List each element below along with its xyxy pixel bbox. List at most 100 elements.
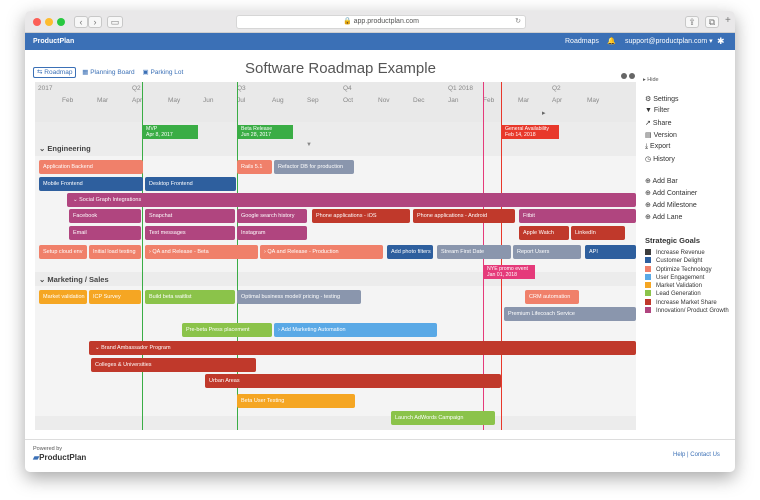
lane-header-marketing[interactable]: ⌄ Marketing / Sales (39, 275, 109, 284)
bar-instagram[interactable]: Instagram (237, 226, 307, 240)
legend-item[interactable]: Lead Generation (645, 290, 731, 298)
bar-add-marketing-automation[interactable]: › Add Marketing Automation (274, 323, 437, 337)
bar-urban-areas[interactable]: Urban Areas (205, 374, 501, 388)
share-action[interactable]: ↗ Share (645, 119, 672, 127)
lane-header-engineering[interactable]: ⌄ Engineering (39, 144, 91, 153)
bar-initial-load[interactable]: Initial load testing (89, 245, 141, 259)
bar-optimal-business-model[interactable]: Optimal business model/ pricing - testin… (237, 290, 361, 304)
tab-parking-lot[interactable]: ▣ Parking Lot (142, 69, 183, 76)
bar-report-users[interactable]: Report Users (513, 245, 581, 259)
legend-label: Innovation/ Product Growth (656, 308, 729, 315)
filter-action[interactable]: ▼ Filter (645, 107, 669, 114)
close-window-button[interactable] (33, 18, 41, 26)
container-brand-ambassador[interactable]: ⌄ Brand Ambassador Program (89, 341, 636, 355)
bar-qa-production[interactable]: › QA and Release - Production (260, 245, 383, 259)
bar-linkedin[interactable]: LinkedIn (571, 226, 625, 240)
month-label: Oct (343, 97, 354, 104)
legend-item[interactable]: User Engagement (645, 273, 731, 282)
user-email: support@productplan.com (625, 38, 708, 45)
zoom-out-icon[interactable] (621, 73, 627, 79)
bar-mobile-frontend[interactable]: Mobile Frontend (39, 177, 143, 191)
minimize-window-button[interactable] (45, 18, 53, 26)
bar-phone-android[interactable]: Phone applications - Android (413, 209, 515, 223)
bar-market-validation[interactable]: Market validation (39, 290, 87, 304)
bar-desktop-frontend[interactable]: Desktop Frontend (145, 177, 236, 191)
bar-rails[interactable]: Rails 5.1 (237, 160, 272, 174)
settings-gear-icon[interactable]: ✱ (717, 33, 725, 50)
gear-icon: ⚙ (645, 96, 654, 103)
bar-setup-cloud[interactable]: Setup cloud env (39, 245, 87, 259)
bar-refactor-db[interactable]: Refactor DB for production (274, 160, 354, 174)
reload-icon[interactable]: ↻ (515, 16, 521, 28)
powered-by-label: Powered by (33, 446, 63, 452)
bar-colleges-universities[interactable]: Colleges & Universities (91, 358, 256, 372)
view-switcher: ⇆ Roadmap ▦ Planning Board ▣ Parking Lot (33, 67, 183, 78)
hide-toggle[interactable]: ▸ Hide (643, 77, 659, 83)
footer-logo[interactable]: ▰ProductPlan (33, 453, 86, 462)
settings-action[interactable]: ⚙ Settings (645, 95, 679, 103)
add-milestone-action[interactable]: ⊕ Add Milestone (645, 201, 697, 209)
month-label: Jun (203, 97, 214, 104)
add-container-action[interactable]: ⊕ Add Container (645, 189, 697, 197)
bar-apple-watch[interactable]: Apple Watch (519, 226, 569, 240)
milestone-general-availability[interactable]: General Availability Feb 14, 2018 (501, 125, 559, 139)
milestone-mvp[interactable]: MVP Apr 8, 2017 (142, 125, 198, 139)
bar-launch-adwords[interactable]: Launch AdWords Campaign (391, 411, 495, 425)
bar-premium-lifecoach[interactable]: Premium Lifecoach Service (504, 307, 636, 321)
add-bar-action[interactable]: ⊕ Add Bar (645, 177, 678, 185)
forward-button[interactable]: › (88, 16, 102, 28)
lock-icon: 🔒 (342, 18, 354, 25)
bar-build-beta-waitlist[interactable]: Build beta waitlist (145, 290, 235, 304)
address-bar[interactable]: 🔒 app.productplan.com ↻ (236, 15, 526, 29)
action-label: Add Lane (652, 214, 683, 221)
zoom-in-icon[interactable] (629, 73, 635, 79)
legend-item[interactable]: Increase Market Share (645, 298, 731, 307)
bar-text-messages[interactable]: Text messages (145, 226, 235, 240)
bar-google-search[interactable]: Google search history (237, 209, 307, 223)
bar-api[interactable]: API (585, 245, 636, 259)
bar-pre-beta-press[interactable]: Pre-beta Press placement (182, 323, 272, 337)
bar-email[interactable]: Email (69, 226, 141, 240)
milestone-beta-release[interactable]: Beta Release Jun 28, 2017 (237, 125, 293, 139)
sidebar-toggle-icon[interactable]: ▭ (107, 16, 123, 28)
legend-label: Lead Generation (656, 291, 701, 298)
action-label: Share (652, 120, 672, 127)
month-label: Jul (237, 97, 246, 104)
legend-item[interactable]: Increase Revenue (645, 249, 731, 257)
roadmaps-menu[interactable]: Roadmaps (565, 33, 599, 50)
bar-qa-beta[interactable]: › QA and Release - Beta (145, 245, 258, 259)
bar-snapchat[interactable]: Snapchat (145, 209, 235, 223)
help-contact-links[interactable]: Help | Contact Us (673, 452, 720, 458)
milestone-nye-promo[interactable]: NYE promo event Jan 01, 2018 (483, 265, 535, 279)
tab-planning-board[interactable]: ▦ Planning Board (82, 69, 134, 76)
version-action[interactable]: ▤ Version (645, 131, 677, 139)
legend-item[interactable]: Customer Delight (645, 257, 731, 265)
bar-icp-survey[interactable]: ICP Survey (89, 290, 141, 304)
back-button[interactable]: ‹ (74, 16, 88, 28)
tabs-icon[interactable]: ⧉ (705, 16, 719, 28)
quarter-label: Q3 (237, 85, 246, 92)
bar-add-photo-filters[interactable]: Add photo filters (387, 245, 433, 259)
tab-roadmap[interactable]: ⇆ Roadmap (33, 67, 77, 78)
zoom-window-button[interactable] (57, 18, 65, 26)
bar-crm-automation[interactable]: CRM automation (525, 290, 579, 304)
legend-item[interactable]: Optimize Technology (645, 265, 731, 274)
legend-item[interactable]: Market Validation (645, 282, 731, 290)
legend-item[interactable]: Innovation/ Product Growth (645, 307, 731, 315)
new-tab-icon[interactable]: + (725, 15, 731, 26)
history-action[interactable]: ◷ History (645, 155, 675, 163)
share-icon[interactable]: ⇪ (685, 16, 699, 28)
bar-fitbit[interactable]: Fitbit (519, 209, 636, 223)
bell-icon[interactable]: 🔔 (607, 33, 616, 50)
user-menu[interactable]: support@productplan.com ▾ (625, 33, 713, 50)
container-social-graph[interactable]: ⌄ Social Graph Integrations (67, 193, 636, 207)
export-action[interactable]: ⤓ Export (645, 143, 670, 151)
bar-application-backend[interactable]: Application Backend (39, 160, 143, 174)
month-label: Aug (272, 97, 284, 104)
bar-facebook[interactable]: Facebook (69, 209, 141, 223)
bar-beta-user-testing[interactable]: Beta User Testing (237, 394, 355, 408)
bar-stream-first-date[interactable]: Stream First Date (437, 245, 511, 259)
bar-phone-ios[interactable]: Phone applications - iOS (312, 209, 410, 223)
brand-logo[interactable]: ProductPlan (33, 33, 74, 50)
add-lane-action[interactable]: ⊕ Add Lane (645, 213, 682, 221)
